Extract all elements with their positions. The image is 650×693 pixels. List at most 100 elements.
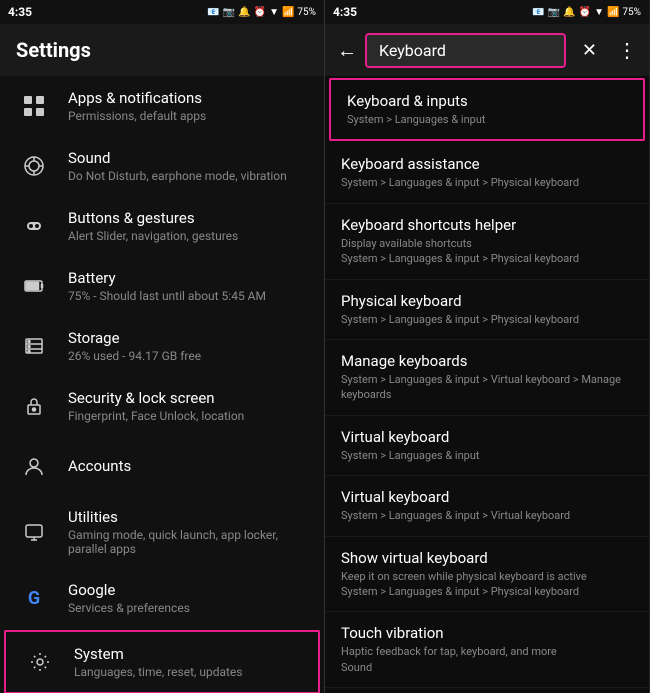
result-manage-keyboards-path: System > Languages & input > Virtual key… — [341, 372, 633, 403]
result-manage-keyboards[interactable]: Manage keyboards System > Languages & in… — [325, 340, 649, 416]
result-keyboard-assistance[interactable]: Keyboard assistance System > Languages &… — [325, 143, 649, 203]
result-manage-keyboards-title: Manage keyboards — [341, 352, 633, 370]
battery-subtitle: 75% - Should last until about 5:45 AM — [68, 289, 308, 303]
battery-title: Battery — [68, 269, 308, 287]
result-show-virtual-keyboard-path: System > Languages & input > Physical ke… — [341, 584, 633, 599]
more-options-button[interactable]: ⋮ — [617, 38, 637, 62]
result-virtual-keyboard-2[interactable]: Virtual keyboard System > Languages & in… — [325, 476, 649, 536]
storage-subtitle: 26% used - 94.17 GB free — [68, 349, 308, 363]
settings-item-storage[interactable]: Storage 26% used - 94.17 GB free — [0, 316, 324, 376]
close-button[interactable]: ✕ — [582, 40, 597, 61]
left-status-icons: 📧 📷 🔔 ⏰ ▼ 📶 75% — [207, 7, 316, 18]
settings-item-google[interactable]: G Google Services & preferences — [0, 568, 324, 628]
settings-item-system[interactable]: System Languages, time, reset, updates — [4, 630, 320, 693]
right-wifi-icon: ▼ — [594, 7, 604, 18]
search-box[interactable]: Keyboard — [365, 33, 566, 68]
search-results-list: Keyboard & inputs System > Languages & i… — [325, 76, 649, 693]
result-touch-vibration-title: Touch vibration — [341, 624, 633, 642]
result-keyboard-inputs-path: System > Languages & input — [347, 112, 627, 127]
right-notification-icon: 📧 — [532, 7, 544, 18]
security-title: Security & lock screen — [68, 389, 308, 407]
system-icon — [22, 644, 58, 680]
result-physical-keyboard[interactable]: Physical keyboard System > Languages & i… — [325, 280, 649, 340]
buttons-title: Buttons & gestures — [68, 209, 308, 227]
result-physical-keyboard-path: System > Languages & input > Physical ke… — [341, 312, 633, 327]
result-show-virtual-keyboard-desc: Keep it on screen while physical keyboar… — [341, 569, 633, 584]
left-panel: 4:35 📧 📷 🔔 ⏰ ▼ 📶 75% Settings Apps & not… — [0, 0, 325, 693]
google-icon: G — [16, 580, 52, 616]
camera-icon: 📷 — [223, 7, 235, 18]
result-touch-vibration[interactable]: Touch vibration Haptic feedback for tap,… — [325, 612, 649, 688]
security-icon — [16, 388, 52, 424]
battery-text: Battery 75% - Should last until about 5:… — [68, 269, 308, 303]
settings-list: Apps & notifications Permissions, defaul… — [0, 76, 324, 693]
settings-item-utilities[interactable]: Utilities Gaming mode, quick launch, app… — [0, 496, 324, 568]
left-title: Settings — [16, 38, 308, 62]
security-subtitle: Fingerprint, Face Unlock, location — [68, 409, 308, 423]
right-alarm-icon: ⏰ — [579, 7, 591, 18]
result-touch-vibration-path: Sound — [341, 660, 633, 675]
utilities-subtitle: Gaming mode, quick launch, app locker, p… — [68, 528, 308, 556]
system-title: System — [74, 645, 302, 663]
result-show-virtual-keyboard-title: Show virtual keyboard — [341, 549, 633, 567]
google-text: Google Services & preferences — [68, 581, 308, 615]
settings-item-security[interactable]: Security & lock screen Fingerprint, Face… — [0, 376, 324, 436]
battery-icon: 75% — [297, 7, 316, 18]
utilities-icon — [16, 514, 52, 550]
settings-item-accounts[interactable]: Accounts — [0, 436, 324, 496]
result-touch-vibration-desc: Haptic feedback for tap, keyboard, and m… — [341, 644, 633, 659]
accounts-icon — [16, 448, 52, 484]
back-button[interactable]: ← — [337, 38, 357, 63]
sound-text: Sound Do Not Disturb, earphone mode, vib… — [68, 149, 308, 183]
left-time: 4:35 — [8, 5, 32, 19]
right-battery-icon: 75% — [622, 7, 641, 18]
apps-subtitle: Permissions, default apps — [68, 109, 308, 123]
accounts-text: Accounts — [68, 457, 308, 475]
result-keyboard-shortcuts-desc: Display available shortcuts — [341, 236, 633, 251]
right-camera-icon: 📷 — [548, 7, 560, 18]
google-subtitle: Services & preferences — [68, 601, 308, 615]
search-header: ← Keyboard ✕ ⋮ — [325, 24, 649, 76]
notification-icon: 📧 — [207, 7, 219, 18]
result-keyboard-shortcuts[interactable]: Keyboard shortcuts helper Display availa… — [325, 204, 649, 280]
search-query: Keyboard — [379, 41, 446, 60]
sound-title: Sound — [68, 149, 308, 167]
system-text: System Languages, time, reset, updates — [74, 645, 302, 679]
utilities-text: Utilities Gaming mode, quick launch, app… — [68, 508, 308, 556]
alert-icon: 🔔 — [238, 7, 250, 18]
result-virtual-keyboard-1-title: Virtual keyboard — [341, 428, 633, 446]
buttons-subtitle: Alert Slider, navigation, gestures — [68, 229, 308, 243]
settings-item-buttons[interactable]: Buttons & gestures Alert Slider, navigat… — [0, 196, 324, 256]
utilities-title: Utilities — [68, 508, 308, 526]
result-virtual-keyboard-1-path: System > Languages & input — [341, 448, 633, 463]
settings-item-battery[interactable]: Battery 75% - Should last until about 5:… — [0, 256, 324, 316]
alarm-icon: ⏰ — [254, 7, 266, 18]
storage-icon — [16, 328, 52, 364]
storage-title: Storage — [68, 329, 308, 347]
result-virtual-keyboard-2-path: System > Languages & input > Virtual key… — [341, 508, 633, 523]
right-signal-icon: 📶 — [607, 7, 619, 18]
result-keyboard-assistance-title: Keyboard assistance — [341, 155, 633, 173]
sound-icon — [16, 148, 52, 184]
result-keyboard-inputs-title: Keyboard & inputs — [347, 92, 627, 110]
apps-icon — [16, 88, 52, 124]
google-title: Google — [68, 581, 308, 599]
left-header: Settings — [0, 24, 324, 76]
result-physical-keyboard-title: Physical keyboard — [341, 292, 633, 310]
apps-text: Apps & notifications Permissions, defaul… — [68, 89, 308, 123]
settings-item-apps[interactable]: Apps & notifications Permissions, defaul… — [0, 76, 324, 136]
right-panel: 4:35 📧 📷 🔔 ⏰ ▼ 📶 75% ← Keyboard ✕ ⋮ Keyb… — [325, 0, 650, 693]
storage-text: Storage 26% used - 94.17 GB free — [68, 329, 308, 363]
buttons-text: Buttons & gestures Alert Slider, navigat… — [68, 209, 308, 243]
result-keyboard-shortcuts-title: Keyboard shortcuts helper — [341, 216, 633, 234]
result-virtual-keyboard-2-title: Virtual keyboard — [341, 488, 633, 506]
right-time: 4:35 — [333, 5, 357, 19]
accounts-title: Accounts — [68, 457, 308, 475]
result-show-virtual-keyboard[interactable]: Show virtual keyboard Keep it on screen … — [325, 537, 649, 613]
result-keyboard-inputs[interactable]: Keyboard & inputs System > Languages & i… — [329, 78, 645, 141]
result-keyboard-shortcuts-path: System > Languages & input > Physical ke… — [341, 251, 633, 266]
right-status-icons: 📧 📷 🔔 ⏰ ▼ 📶 75% — [532, 7, 641, 18]
result-virtual-keyboard-1[interactable]: Virtual keyboard System > Languages & in… — [325, 416, 649, 476]
settings-item-sound[interactable]: Sound Do Not Disturb, earphone mode, vib… — [0, 136, 324, 196]
right-alert-icon: 🔔 — [563, 7, 575, 18]
